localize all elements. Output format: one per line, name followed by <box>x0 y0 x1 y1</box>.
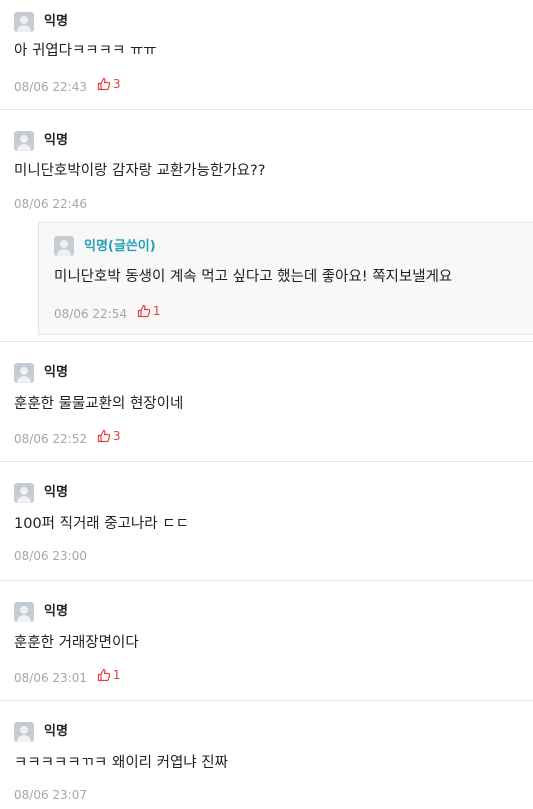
comment-date: 08/06 23:00 <box>14 549 87 563</box>
thumbs-up-icon <box>97 77 111 91</box>
comment-meta: 08/06 23:01 1 <box>14 668 120 685</box>
comment-item: 익명 ㅋㅋㅋㅋㅋㄲㅋ 왜이리 커엽냐 진짜 08/06 23:07 <box>0 701 533 809</box>
avatar-icon[interactable] <box>14 602 34 622</box>
thumbs-up-icon <box>97 668 111 682</box>
comment-author[interactable]: 익명(글쓴이) <box>84 239 156 255</box>
thumbs-up-icon <box>137 304 151 318</box>
comment-author[interactable]: 익명 <box>44 485 68 501</box>
avatar-icon[interactable] <box>14 12 34 32</box>
comment-author[interactable]: 익명 <box>44 724 68 740</box>
avatar-icon[interactable] <box>54 236 74 256</box>
comment-item: 익명 100퍼 직거래 중고나라 ㄷㄷ 08/06 23:00 <box>0 462 533 580</box>
comment-text: 아 귀엽다ㅋㅋㅋㅋ ㅠㅠ <box>14 43 157 59</box>
comment-meta: 08/06 22:43 3 <box>14 77 120 94</box>
vote-count: 1 <box>152 304 161 318</box>
comment-date: 08/06 22:52 <box>14 432 87 446</box>
comment-date: 08/06 22:46 <box>14 197 87 211</box>
comment-item: 익명 아 귀엽다ㅋㅋㅋㅋ ㅠㅠ 08/06 22:43 3 <box>0 0 533 109</box>
comment-meta: 08/06 22:46 <box>14 197 87 211</box>
comment-date: 08/06 22:54 <box>54 307 127 321</box>
comment-author[interactable]: 익명 <box>44 604 68 620</box>
avatar-icon[interactable] <box>14 722 34 742</box>
avatar-icon[interactable] <box>14 363 34 383</box>
vote-button[interactable]: 1 <box>97 668 121 682</box>
reply-item: 익명(글쓴이) 미니단호박 동생이 계속 먹고 싶다고 했는데 좋아요! 쪽지보… <box>38 222 533 335</box>
thumbs-up-icon <box>97 429 111 443</box>
comment-meta: 08/06 23:07 <box>14 788 87 802</box>
vote-button[interactable]: 3 <box>97 429 121 443</box>
vote-button[interactable]: 3 <box>97 77 121 91</box>
comment-item: 익명 미니단호박이랑 감자랑 교환가능한가요?? 08/06 22:46 익명(… <box>0 110 533 340</box>
avatar-icon[interactable] <box>14 483 34 503</box>
comment-item: 익명 훈훈한 물물교환의 현장이네 08/06 22:52 3 <box>0 342 533 460</box>
vote-count: 3 <box>112 429 121 443</box>
comment-text: 100퍼 직거래 중고나라 ㄷㄷ <box>14 516 189 532</box>
vote-count: 1 <box>112 668 121 682</box>
comment-meta: 08/06 22:52 3 <box>14 429 120 446</box>
comment-text: 미니단호박이랑 감자랑 교환가능한가요?? <box>14 163 266 179</box>
vote-count: 3 <box>112 77 121 91</box>
comment-item: 익명 훈훈한 거래장면이다 08/06 23:01 1 <box>0 581 533 699</box>
comment-author[interactable]: 익명 <box>44 133 68 149</box>
comment-text: ㅋㅋㅋㅋㅋㄲㅋ 왜이리 커엽냐 진짜 <box>14 755 228 771</box>
avatar-icon[interactable] <box>14 131 34 151</box>
comment-text: 미니단호박 동생이 계속 먹고 싶다고 했는데 좋아요! 쪽지보낼게요 <box>54 269 453 285</box>
comment-date: 08/06 22:43 <box>14 80 87 94</box>
comment-meta: 08/06 22:54 1 <box>54 304 160 321</box>
comment-meta: 08/06 23:00 <box>14 549 87 563</box>
comment-date: 08/06 23:01 <box>14 671 87 685</box>
comment-author[interactable]: 익명 <box>44 14 68 30</box>
comment-date: 08/06 23:07 <box>14 788 87 802</box>
comment-text: 훈훈한 물물교환의 현장이네 <box>14 396 184 412</box>
comment-author[interactable]: 익명 <box>44 365 68 381</box>
comment-text: 훈훈한 거래장면이다 <box>14 635 139 651</box>
vote-button[interactable]: 1 <box>137 304 161 318</box>
